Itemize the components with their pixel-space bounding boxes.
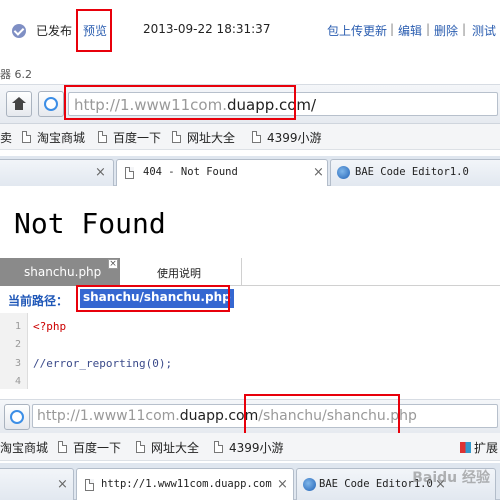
line-number: 2: [14, 339, 21, 350]
bookmark-item[interactable]: 百度一下: [58, 439, 121, 456]
tab-blank[interactable]: ×: [0, 468, 74, 500]
highlight-box: [76, 285, 230, 312]
bookmarks-bar-bottom: 淘宝商城 百度一下 网址大全 4399小游 扩展: [0, 433, 500, 461]
editor-tabs: shanchu.php × 使用说明: [0, 258, 500, 286]
page-heading: Not Found: [14, 207, 166, 240]
published-label: 已发布: [36, 24, 73, 38]
refresh-button[interactable]: [38, 91, 64, 117]
page-icon: [172, 131, 181, 143]
timestamp: 2013-09-22 18:31:37: [143, 22, 271, 36]
highlight-box: [76, 9, 112, 52]
file-tab-label: shanchu.php: [24, 265, 102, 279]
bookmark-item[interactable]: 淘宝商城: [0, 439, 48, 456]
tab-label: 404 - Not Found: [143, 166, 238, 178]
separator: |: [426, 22, 431, 36]
help-tab-label: 使用说明: [157, 267, 201, 280]
tab-file-shanchu[interactable]: shanchu.php ×: [0, 258, 120, 286]
bae-icon: [303, 478, 316, 491]
page-icon: [58, 441, 67, 453]
extensions-button[interactable]: 扩展: [460, 439, 498, 456]
separator: |: [390, 22, 395, 36]
line-number: 3: [14, 358, 21, 369]
bae-icon: [337, 166, 350, 179]
tab-bar: × 404 - Not Found × BAE Code Editor1.0: [0, 156, 500, 186]
refresh-button[interactable]: [4, 404, 30, 430]
page-icon: [22, 131, 31, 143]
refresh-icon: [44, 97, 58, 111]
tab-bar-bottom: × http://1.www11com.duapp.com × BAE Code…: [0, 463, 500, 500]
bookmark-item[interactable]: 百度一下: [98, 129, 161, 146]
bookmark-item[interactable]: 淘宝商城: [22, 129, 85, 146]
close-icon[interactable]: ×: [313, 165, 324, 180]
highlight-box: [244, 394, 400, 435]
extensions-icon: [460, 442, 471, 453]
tab-label: BAE Code Editor1.0: [355, 166, 469, 178]
line-number: 4: [14, 376, 21, 387]
test-link[interactable]: 测试: [472, 22, 496, 39]
page-icon: [85, 479, 94, 491]
close-icon[interactable]: ×: [108, 259, 118, 269]
bookmark-item[interactable]: 网址大全: [172, 129, 235, 146]
page-icon: [98, 131, 107, 143]
tab-bae-editor[interactable]: BAE Code Editor1.0: [330, 159, 500, 186]
bookmark-item[interactable]: 4399小游: [214, 439, 284, 456]
code-line: //error_reporting(0);: [33, 357, 173, 370]
page-icon: [125, 167, 134, 179]
close-icon[interactable]: ×: [277, 477, 288, 492]
close-icon[interactable]: ×: [95, 165, 106, 180]
page-icon: [252, 131, 261, 143]
line-number: 1: [14, 321, 21, 332]
close-icon[interactable]: ×: [57, 477, 68, 492]
highlight-box: [64, 85, 296, 120]
delete-link[interactable]: 删除: [434, 22, 458, 39]
tab-help[interactable]: 使用说明: [120, 258, 242, 286]
tab-blank[interactable]: ×: [0, 159, 114, 186]
refresh-icon: [10, 410, 24, 424]
separator: |: [462, 22, 467, 36]
bookmark-item[interactable]: 4399小游: [252, 129, 322, 146]
browser-version: 器 6.2: [0, 68, 32, 81]
home-button[interactable]: [6, 91, 32, 117]
page-icon: [214, 441, 223, 453]
code-line: <?php: [33, 320, 67, 333]
page-icon: [136, 441, 145, 453]
status-row: 已发布 预览 2013-09-22 18:31:37 包上传更新 | 编辑 | …: [0, 0, 500, 62]
package-upload-link[interactable]: 包上传更新: [327, 22, 387, 39]
line-gutter: 1 2 3 4: [0, 313, 28, 389]
tab-404[interactable]: 404 - Not Found ×: [116, 159, 328, 186]
path-label: 当前路径：: [8, 294, 69, 308]
tab-duapp[interactable]: http://1.www11com.duapp.com ×: [76, 468, 294, 500]
home-icon: [12, 97, 26, 110]
bookmarks-bar: 卖 淘宝商城 百度一下 网址大全 4399小游: [0, 124, 500, 150]
bookmark-partial[interactable]: 卖: [0, 129, 12, 146]
check-icon: [12, 24, 26, 38]
watermark: Baidu 经验: [412, 470, 490, 486]
bookmark-item[interactable]: 网址大全: [136, 439, 199, 456]
code-editor[interactable]: 1 2 3 4 <?php //error_reporting(0);: [0, 313, 500, 389]
path-row: 当前路径： shanchu/shanchu.php: [0, 287, 500, 313]
edit-link[interactable]: 编辑: [398, 22, 422, 39]
tab-label: http://1.www11com.duapp.com: [101, 478, 272, 490]
